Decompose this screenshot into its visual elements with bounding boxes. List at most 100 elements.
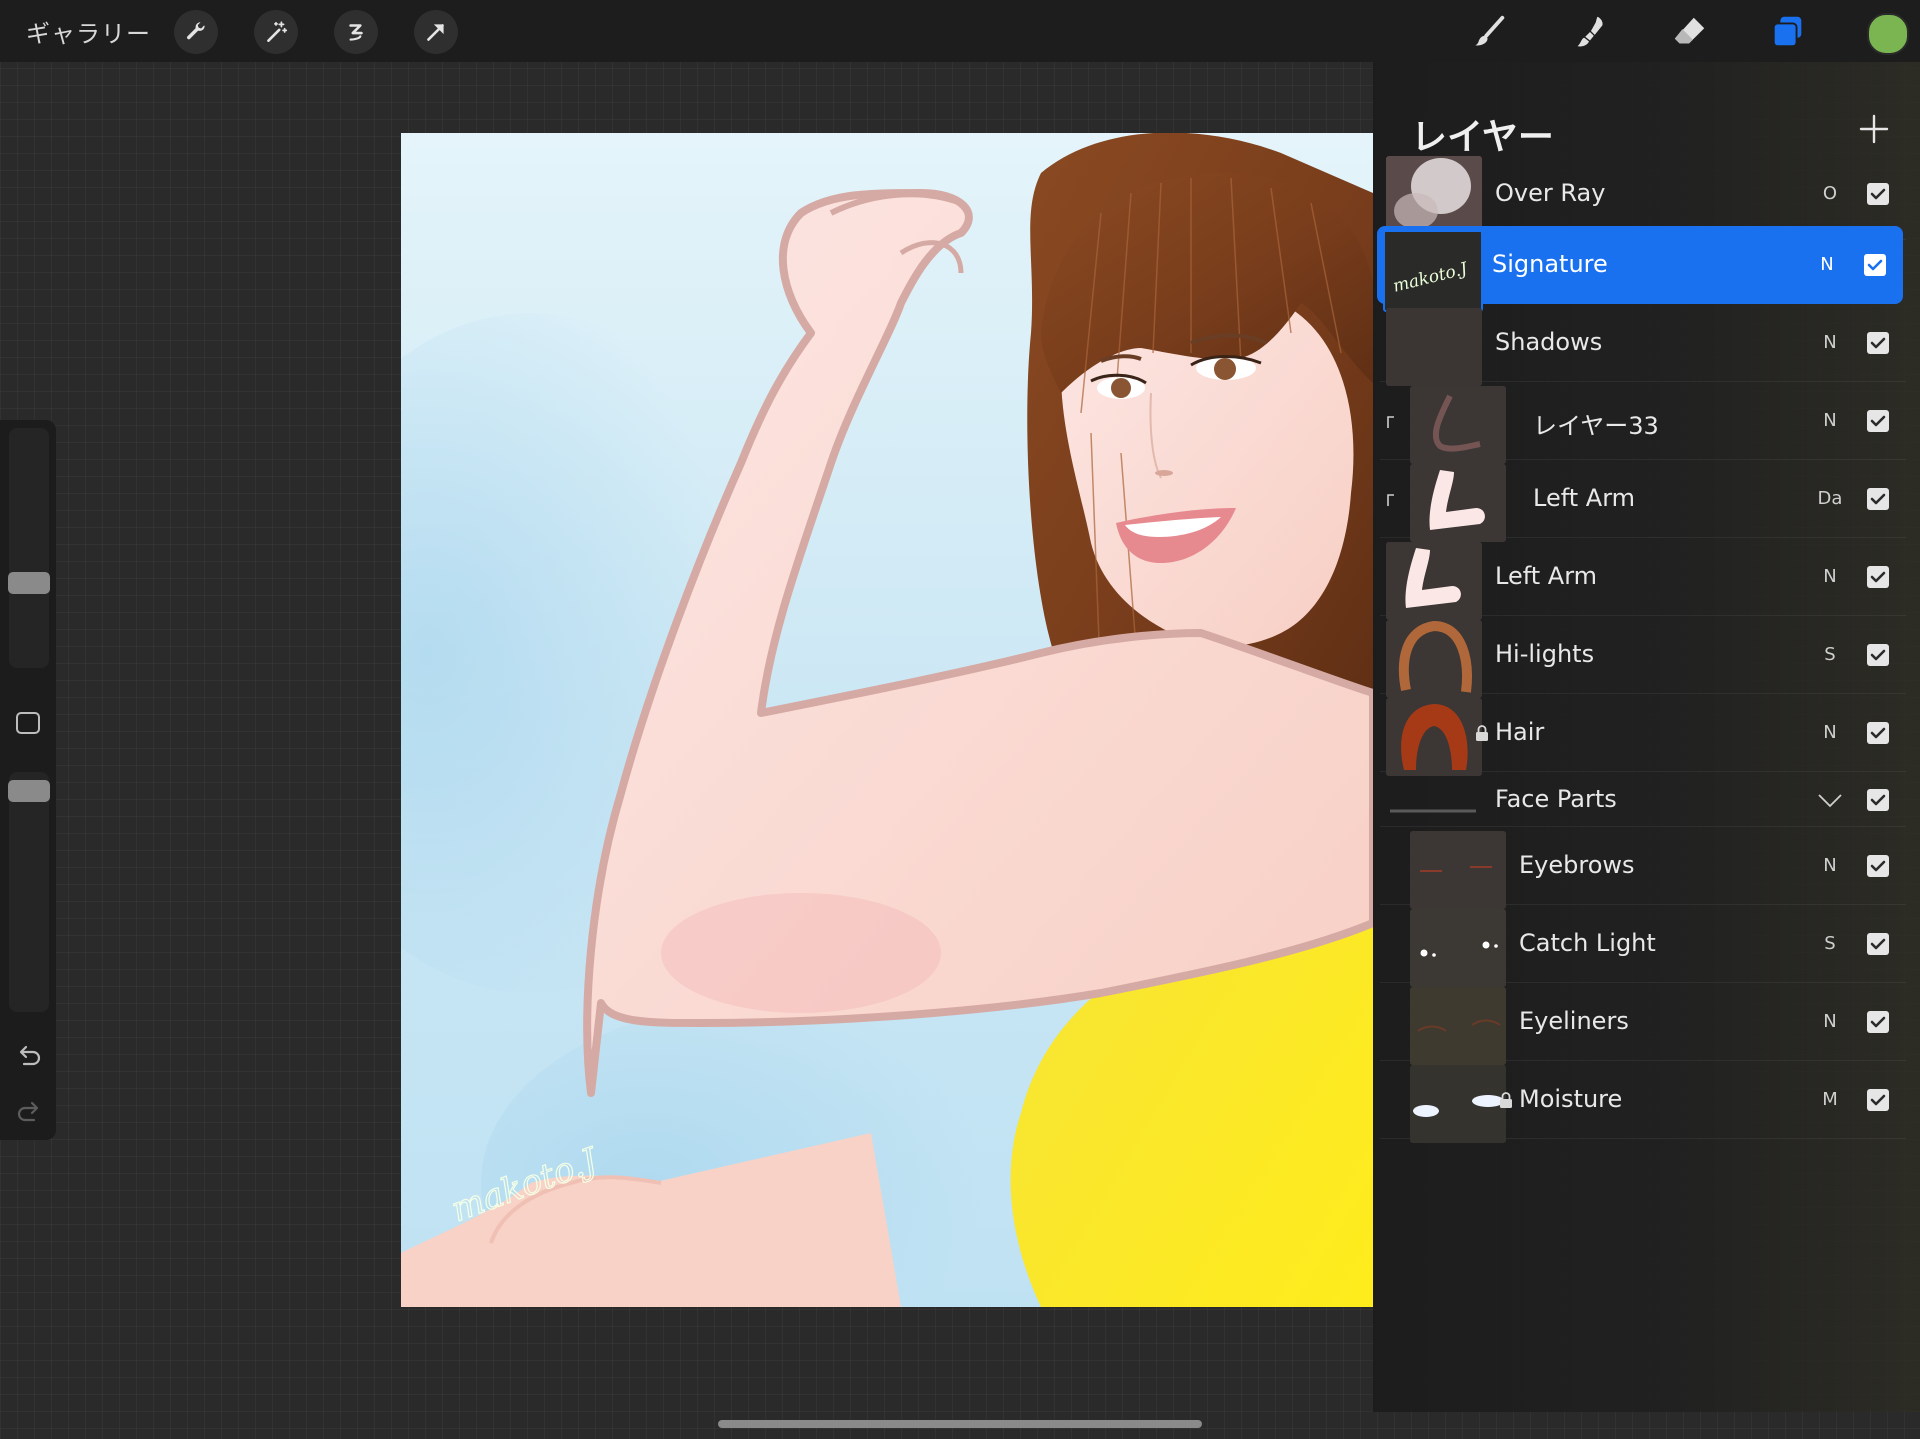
top-toolbar: ギャラリー — [0, 0, 1920, 62]
layer-thumbnail — [1410, 386, 1506, 464]
layer-name: Hair — [1495, 718, 1545, 746]
visibility-checkbox[interactable] — [1867, 1011, 1889, 1033]
check-icon — [1870, 415, 1886, 427]
layer-thumbnail: makoto.J — [1383, 230, 1483, 312]
visibility-checkbox[interactable] — [1867, 933, 1889, 955]
home-indicator — [718, 1420, 1202, 1428]
blend-mode-button[interactable]: Da — [1810, 488, 1850, 509]
layer-thumbnail — [1386, 156, 1482, 234]
visibility-checkbox[interactable] — [1867, 566, 1889, 588]
check-icon — [1867, 259, 1883, 271]
visibility-checkbox[interactable] — [1867, 332, 1889, 354]
eraser-icon[interactable] — [1670, 12, 1710, 52]
layer-row[interactable]: Catch Light S — [1380, 905, 1906, 987]
lock-icon — [1476, 725, 1488, 741]
visibility-checkbox[interactable] — [1867, 722, 1889, 744]
selection-icon[interactable] — [334, 10, 378, 54]
wrench-icon[interactable] — [174, 10, 218, 54]
blend-mode-button[interactable]: N — [1810, 1011, 1850, 1032]
drawing-canvas[interactable]: makoto.J — [401, 133, 1373, 1307]
layer-thumbnail — [1386, 698, 1482, 776]
brush-size-thumb[interactable] — [8, 572, 50, 594]
layer-row[interactable]: Hair N — [1380, 694, 1906, 776]
brush-icon[interactable] — [1470, 12, 1510, 52]
smudge-icon[interactable] — [1570, 12, 1610, 52]
layer-name: Signature — [1492, 250, 1608, 278]
layer-row[interactable]: Shadows N — [1380, 304, 1906, 386]
layer-row[interactable]: レイヤー33 N — [1380, 382, 1906, 464]
modify-button[interactable] — [16, 712, 40, 734]
blend-mode-button[interactable]: N — [1810, 855, 1850, 876]
check-icon — [1870, 188, 1886, 200]
chevron-down-icon[interactable] — [1817, 791, 1843, 809]
blend-mode-button[interactable]: S — [1810, 644, 1850, 665]
blend-mode-button[interactable]: S — [1810, 933, 1850, 954]
layer-thumbnail — [1386, 542, 1482, 620]
layer-thumbnail — [1410, 1065, 1506, 1143]
plus-icon[interactable] — [1851, 106, 1897, 152]
layers-panel: レイヤー Over Ray Omakoto.J Signature N Shadows N… — [1373, 62, 1920, 1412]
opacity-slider[interactable] — [8, 772, 50, 1012]
blend-mode-button[interactable]: N — [1807, 254, 1847, 275]
visibility-checkbox[interactable] — [1867, 644, 1889, 666]
check-icon — [1870, 794, 1886, 805]
layer-row[interactable]: Left Arm Da — [1380, 460, 1906, 542]
redo-icon[interactable] — [14, 1098, 44, 1128]
check-icon — [1870, 649, 1886, 661]
layer-group-row[interactable]: Face Parts — [1380, 772, 1906, 827]
layer-name: Over Ray — [1495, 179, 1606, 207]
layer-row[interactable]: makoto.J Signature N — [1377, 226, 1903, 312]
check-icon — [1870, 860, 1886, 872]
check-icon — [1870, 1016, 1886, 1028]
layer-row[interactable]: Eyebrows N — [1380, 827, 1906, 909]
layer-name: Eyebrows — [1519, 851, 1635, 879]
visibility-checkbox[interactable] — [1864, 254, 1886, 276]
layer-name: レイヤー33 — [1533, 412, 1659, 440]
layer-thumbnail — [1410, 909, 1506, 987]
transform-arrow-icon[interactable] — [414, 10, 458, 54]
layer-name: Hi-lights — [1495, 640, 1595, 668]
visibility-checkbox[interactable] — [1867, 855, 1889, 877]
layer-thumbnail — [1386, 620, 1482, 698]
color-picker-button[interactable] — [1867, 13, 1909, 55]
layer-name: Catch Light — [1519, 929, 1656, 957]
visibility-checkbox[interactable] — [1867, 488, 1889, 510]
layer-name: Eyeliners — [1519, 1007, 1629, 1035]
check-icon — [1870, 571, 1886, 583]
visibility-checkbox[interactable] — [1867, 410, 1889, 432]
opacity-thumb[interactable] — [8, 780, 50, 802]
check-icon — [1870, 938, 1886, 950]
artwork-illustration: makoto.J — [401, 133, 1373, 1307]
layer-thumbnail — [1410, 831, 1506, 909]
gallery-button[interactable]: ギャラリー — [26, 14, 151, 49]
check-icon — [1870, 493, 1886, 505]
blend-mode-button[interactable]: M — [1810, 1089, 1850, 1110]
check-icon — [1870, 1094, 1886, 1106]
blend-mode-button[interactable]: O — [1810, 183, 1850, 204]
visibility-checkbox[interactable] — [1867, 788, 1889, 811]
left-sidebar — [0, 420, 56, 1140]
visibility-checkbox[interactable] — [1867, 1089, 1889, 1111]
clipping-mask-icon — [1387, 494, 1394, 506]
blend-mode-button[interactable]: N — [1810, 722, 1850, 743]
brush-size-slider[interactable] — [8, 428, 50, 668]
layer-row[interactable]: Eyeliners N — [1380, 983, 1906, 1065]
check-icon — [1870, 727, 1886, 739]
layer-name: Shadows — [1495, 328, 1603, 356]
clipping-mask-icon — [1387, 416, 1394, 428]
layer-thumbnail — [1410, 987, 1506, 1065]
blend-mode-button[interactable]: N — [1810, 566, 1850, 587]
visibility-checkbox[interactable] — [1867, 183, 1889, 205]
undo-icon[interactable] — [14, 1042, 44, 1072]
layer-row[interactable]: Hi-lights S — [1380, 616, 1906, 698]
blend-mode-button[interactable]: N — [1810, 410, 1850, 431]
layer-row[interactable]: Moisture M — [1380, 1061, 1906, 1143]
layer-thumbnail — [1386, 308, 1482, 386]
layers-icon[interactable] — [1768, 12, 1808, 52]
layer-row[interactable]: Left Arm N — [1380, 538, 1906, 620]
blend-mode-button[interactable]: N — [1810, 332, 1850, 353]
magic-wand-icon[interactable] — [254, 10, 298, 54]
lock-icon — [1500, 1092, 1512, 1108]
layer-name: Moisture — [1519, 1085, 1623, 1113]
layer-name: Left Arm — [1533, 484, 1636, 512]
